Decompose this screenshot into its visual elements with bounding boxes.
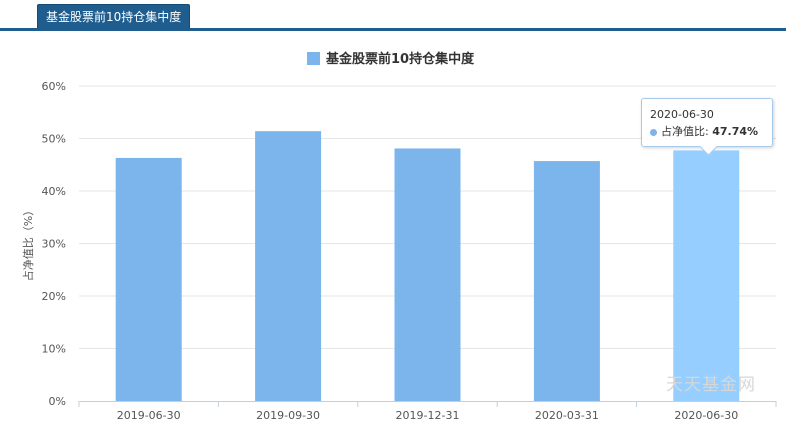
x-tick-label: 2019-12-31 [396, 409, 460, 422]
tooltip-row: 占净值比: 47.74% [650, 123, 758, 139]
legend-label: 基金股票前10持仓集中度 [325, 51, 475, 67]
y-axis-title: 占净值比（%） [21, 205, 35, 281]
x-tick-label: 2020-03-31 [535, 409, 599, 422]
y-tick-label: 30% [42, 238, 66, 251]
x-axis: 2019-06-30 2019-09-30 2019-12-31 2020-03-31… [78, 401, 777, 422]
x-tick-label: 2019-06-30 [117, 409, 181, 422]
y-tick-label: 20% [42, 290, 66, 303]
bar[interactable] [115, 157, 182, 401]
chart-legend[interactable]: 基金股票前10持仓集中度 [307, 51, 475, 67]
watermark-logo: 天天基金网 [666, 375, 756, 395]
tooltip: 2020-06-30 占净值比: 47.74% [641, 98, 773, 156]
y-tick-label: 10% [42, 343, 66, 356]
tooltip-series-name: 占净值比 [661, 125, 705, 138]
bar-chart: 基金股票前10持仓集中度 占净值比（%） 0% 10% 20% 30% 40% 50% 60… [21, 51, 777, 422]
y-tick-label: 50% [42, 133, 66, 146]
tooltip-date: 2020-06-30 [650, 108, 714, 121]
bars [115, 131, 740, 401]
bar[interactable] [533, 161, 600, 401]
y-tick-label: 40% [42, 185, 66, 198]
y-tick-label: 0% [49, 395, 66, 408]
bar[interactable] [394, 148, 461, 401]
bar[interactable] [255, 131, 322, 401]
x-tick-label: 2019-09-30 [256, 409, 320, 422]
x-tick-label: 2020-06-30 [674, 409, 738, 422]
y-tick-label: 60% [42, 80, 66, 93]
bar[interactable] [673, 150, 740, 401]
y-axis-ticks: 0% 10% 20% 30% 40% 50% 60% [42, 80, 66, 408]
tooltip-value: 47.74% [712, 125, 759, 138]
legend-swatch [307, 52, 320, 65]
tooltip-series-dot [650, 128, 657, 136]
